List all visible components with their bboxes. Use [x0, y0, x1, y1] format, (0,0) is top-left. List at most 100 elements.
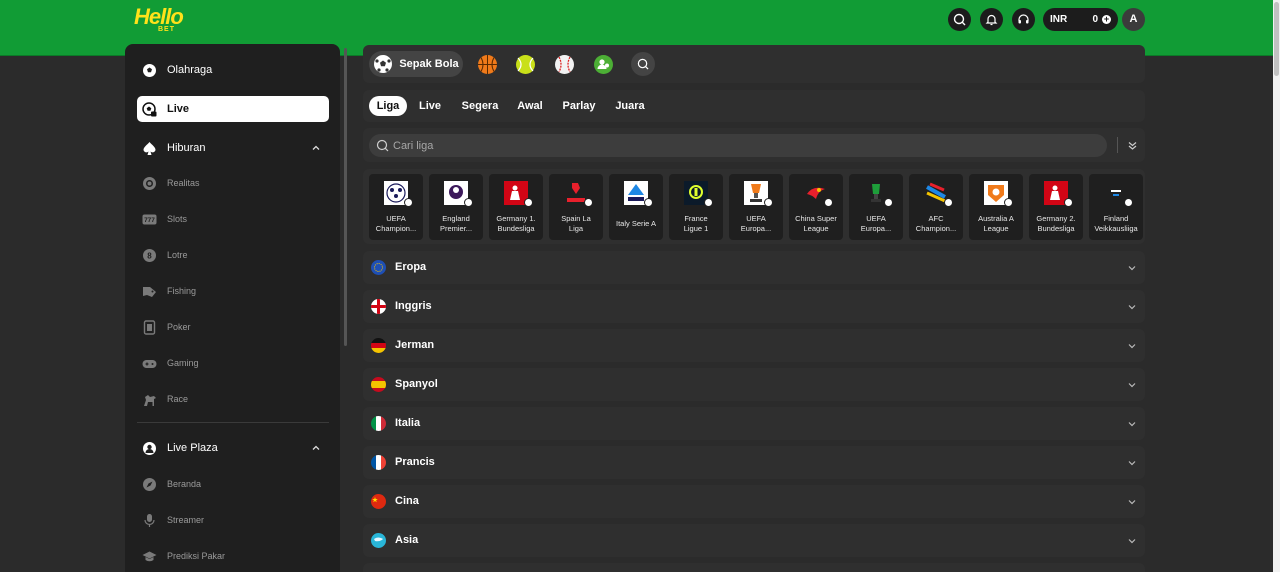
logo-subtext: BET — [158, 26, 175, 33]
tab-juara[interactable]: Juara — [611, 96, 649, 116]
league-name-line2: Champion... — [915, 224, 957, 233]
soccer-ball-icon — [524, 198, 533, 207]
plus-icon[interactable]: + — [1102, 15, 1111, 24]
soccer-ball-icon — [1124, 198, 1133, 207]
league-name-line2: Champion... — [375, 224, 417, 233]
sidebar-item-label: Streamer — [167, 515, 205, 525]
region-row-italia[interactable]: Italia — [363, 407, 1145, 440]
sidebar-item-hiburan[interactable]: Hiburan — [137, 135, 329, 161]
sidebar-item-olahraga[interactable]: Olahraga — [137, 57, 329, 83]
search-button[interactable] — [948, 8, 971, 31]
sidebar-scrollbar[interactable] — [344, 48, 347, 346]
france-flag-icon — [371, 455, 386, 470]
tennis-ball-icon — [515, 54, 535, 74]
region-row-inggris[interactable]: Inggris — [363, 290, 1145, 323]
chevron-down-icon — [1128, 266, 1136, 271]
league-card[interactable]: Spain La Liga — [549, 174, 603, 240]
league-name-line2: Europa... — [740, 224, 772, 233]
sidebar-item-beranda[interactable]: Beranda — [137, 471, 329, 497]
league-name-line2: Ligue 1 — [683, 224, 709, 233]
league-search-input[interactable] — [393, 139, 1073, 152]
gamepad-icon — [142, 356, 157, 371]
scrollbar-thumb[interactable] — [1274, 2, 1279, 76]
horse-icon — [142, 392, 157, 407]
chevron-up-icon[interactable] — [311, 143, 321, 153]
notifications-button[interactable] — [980, 8, 1003, 31]
region-row-cina[interactable]: Cina — [363, 485, 1145, 518]
league-name-line1: Spain La — [561, 214, 591, 223]
tab-awal[interactable]: Awal — [512, 96, 548, 116]
avatar[interactable]: A — [1122, 8, 1145, 31]
tab-parlay[interactable]: Parlay — [559, 96, 599, 116]
support-button[interactable] — [1012, 8, 1035, 31]
basketball-icon — [477, 54, 497, 74]
league-card[interactable]: AFC Champion... — [909, 174, 963, 240]
balance-widget[interactable]: INR 0 + — [1043, 8, 1118, 31]
double-chevron-down-icon[interactable] — [1127, 140, 1138, 151]
target-icon — [142, 176, 157, 191]
region-row-asia[interactable]: Asia — [363, 524, 1145, 557]
region-row-jerman[interactable]: Jerman — [363, 329, 1145, 362]
sidebar-item-label: Beranda — [167, 479, 202, 489]
page-scrollbar[interactable] — [1273, 0, 1280, 572]
league-card[interactable]: UEFA Champion... — [369, 174, 423, 240]
hellobet-logo[interactable]: Hello BET — [134, 4, 198, 36]
sidebar-item-live[interactable]: Live — [137, 96, 329, 122]
league-card[interactable]: Australia A League — [969, 174, 1023, 240]
region-row-spanyol[interactable]: Spanyol — [363, 368, 1145, 401]
chevron-down-icon — [1128, 305, 1136, 310]
league-card[interactable]: UEFA Europa... — [729, 174, 783, 240]
region-row-prancis[interactable]: Prancis — [363, 446, 1145, 479]
league-name-line1: Finland — [1103, 214, 1129, 223]
spain-flag-icon — [371, 377, 386, 392]
league-card[interactable]: China Super League — [789, 174, 843, 240]
sidebar-item-prediksi-pakar[interactable]: Prediksi Pakar — [137, 543, 329, 569]
league-card[interactable]: England Premier... — [429, 174, 483, 240]
sidebar-item-streamer[interactable]: Streamer — [137, 507, 329, 533]
soccer-ball-icon — [1064, 198, 1073, 207]
sidebar-item-slots[interactable]: 777 Slots — [137, 206, 329, 232]
sport-tab-tennis[interactable] — [512, 51, 538, 77]
soccer-ball-icon — [764, 198, 773, 207]
league-search[interactable] — [369, 134, 1107, 157]
sport-tab-basketball[interactable] — [474, 51, 500, 77]
sport-search-button[interactable] — [631, 52, 655, 76]
tab-live[interactable]: Live — [414, 96, 446, 116]
league-name-line1: Australia A — [978, 214, 1014, 223]
soccer-ball-icon — [584, 198, 593, 207]
sidebar-item-poker[interactable]: Poker — [137, 314, 329, 340]
sidebar-item-race[interactable]: Race — [137, 386, 329, 412]
headset-icon — [1018, 14, 1029, 24]
league-card[interactable]: Italy Serie A — [609, 174, 663, 240]
league-name-line2: League — [983, 224, 1009, 233]
league-name-line2: Bundesliga — [1037, 224, 1075, 233]
league-name-line1: France — [684, 214, 708, 223]
balance-amount: 0 — [1092, 14, 1098, 25]
sidebar-item-fishing[interactable]: Fishing — [137, 278, 329, 304]
league-card[interactable]: Germany 2. Bundesliga — [1029, 174, 1083, 240]
sidebar-item-label: Olahraga — [167, 64, 213, 76]
region-row-eropa[interactable]: Eropa — [363, 251, 1145, 284]
league-card[interactable]: France Ligue 1 — [669, 174, 723, 240]
sidebar-item-label: Realitas — [167, 178, 200, 188]
league-card[interactable]: Germany 1. Bundesliga — [489, 174, 543, 240]
league-card[interactable]: Finland Veikkausliiga — [1089, 174, 1143, 240]
sidebar-item-live-plaza[interactable]: Live Plaza — [137, 435, 329, 461]
sport-tab-sepak-bola[interactable]: Sepak Bola — [369, 51, 463, 77]
sidebar-item-gaming[interactable]: Gaming — [137, 350, 329, 376]
sport-tab-baseball[interactable] — [551, 51, 577, 77]
baseball-icon — [554, 54, 574, 74]
chevron-down-icon — [1128, 539, 1136, 544]
league-name-line1: England — [442, 214, 470, 223]
sidebar-item-label: Fishing — [167, 286, 197, 296]
chevron-up-icon[interactable] — [311, 443, 321, 453]
sidebar-item-lotre[interactable]: 8 Lotre — [137, 242, 329, 268]
league-card[interactable]: UEFA Europa... — [849, 174, 903, 240]
compass-icon — [142, 477, 157, 492]
graduation-cap-icon — [142, 549, 157, 564]
tab-liga[interactable]: Liga — [369, 96, 407, 116]
sidebar-item-realitas[interactable]: Realitas — [137, 170, 329, 196]
currency-label: INR — [1050, 14, 1068, 25]
tab-segera[interactable]: Segera — [458, 96, 502, 116]
sport-tab-esports[interactable] — [590, 51, 616, 77]
